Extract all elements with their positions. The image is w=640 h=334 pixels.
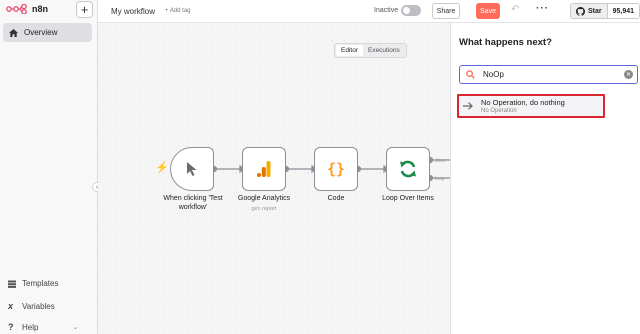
add-button[interactable]: + <box>76 1 93 18</box>
workflow-name[interactable]: My workflow <box>111 7 155 16</box>
save-button[interactable]: Save <box>476 3 500 19</box>
sidebar-item-templates[interactable]: Templates <box>8 279 58 288</box>
app-name: n8n <box>32 4 49 14</box>
result-subtitle: No Operation <box>481 108 517 114</box>
arrow-right-icon <box>463 102 473 110</box>
more-options-icon[interactable]: ··· <box>536 3 549 14</box>
node-creator-panel: What happens next? ✕ No Operation, do no… <box>450 23 640 334</box>
loop-output-done: done <box>435 158 446 164</box>
node-google-analytics-label: Google Analytics <box>237 195 291 202</box>
node-search-box[interactable]: ✕ <box>459 65 638 84</box>
sidebar-item-label: Variables <box>22 301 55 311</box>
sidebar: n8n + Overview Templates x Variables ? H… <box>0 0 98 334</box>
activation-status-label: Inactive <box>374 7 399 14</box>
home-icon <box>9 28 18 37</box>
sidebar-item-overview[interactable]: Overview <box>3 23 92 42</box>
node-google-analytics[interactable] <box>242 147 286 191</box>
sidebar-item-label: Help <box>22 322 39 332</box>
trigger-lightning-icon: ⚡ <box>155 162 169 174</box>
result-title: No Operation, do nothing <box>481 98 565 107</box>
search-result-no-operation[interactable]: No Operation, do nothing No Operation <box>457 94 605 118</box>
node-code-label: Code <box>327 195 345 202</box>
node-manual-trigger[interactable] <box>170 147 214 191</box>
panel-title: What happens next? <box>459 37 552 48</box>
app-logo[interactable]: n8n <box>6 4 48 14</box>
search-icon <box>466 70 475 79</box>
github-icon <box>576 6 585 16</box>
node-loop-over-items[interactable] <box>386 147 430 191</box>
undo-icon[interactable]: ↶ <box>511 4 519 15</box>
share-button[interactable]: Share <box>432 3 460 19</box>
sidebar-item-label: Templates <box>22 279 59 288</box>
github-star-count: 95,941 <box>607 4 640 18</box>
variables-icon: x <box>8 301 14 311</box>
sidebar-item-help[interactable]: ? Help ⌄ <box>8 322 78 332</box>
activation-toggle[interactable] <box>401 5 421 16</box>
github-star-button[interactable]: Star 95,941 <box>570 3 640 19</box>
node-loop-over-items-label: Loop Over Items <box>382 195 434 202</box>
top-bar: My workflow + Add tag Inactive Share Sav… <box>98 0 640 23</box>
n8n-logo-icon <box>6 4 27 14</box>
code-braces-icon: {} <box>326 160 346 178</box>
sidebar-item-label: Overview <box>24 28 58 37</box>
node-code[interactable]: {} <box>314 147 358 191</box>
github-star-label: Star <box>588 7 602 15</box>
add-tag-link[interactable]: + Add tag <box>165 8 191 14</box>
help-icon: ? <box>8 322 14 332</box>
sidebar-item-variables[interactable]: x Variables <box>8 301 55 311</box>
clear-search-icon[interactable]: ✕ <box>624 70 633 79</box>
workflow-canvas[interactable]: Editor Executions done loop ⚡ When click… <box>98 23 450 334</box>
node-search-input[interactable] <box>483 70 613 79</box>
google-analytics-icon <box>257 161 271 177</box>
loop-output-loop: loop <box>435 176 445 182</box>
loop-icon <box>400 160 416 178</box>
node-google-analytics-subtitle: get: report <box>251 206 277 212</box>
cursor-icon <box>187 162 197 176</box>
templates-icon <box>8 280 16 288</box>
chevron-down-icon: ⌄ <box>72 324 79 331</box>
